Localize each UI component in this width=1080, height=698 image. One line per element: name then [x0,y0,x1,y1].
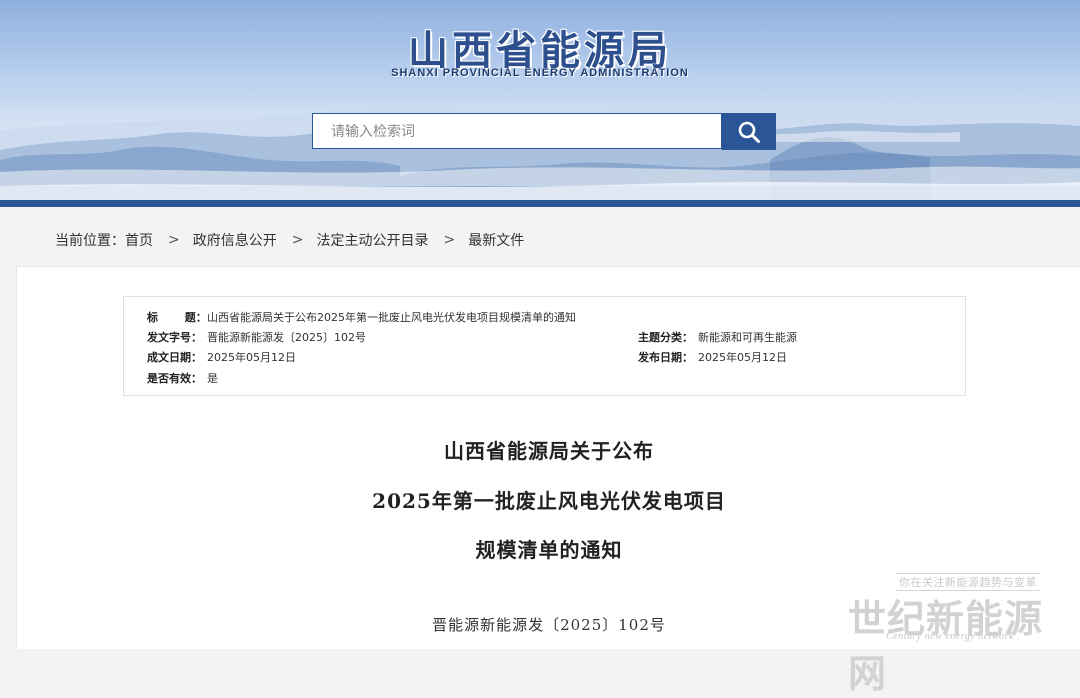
meta-valid-value: 是 [207,372,218,385]
document-title-line-1: 山西省能源局关于公布 [444,439,654,463]
meta-made-date-value: 2025年05月12日 [207,351,296,364]
watermark-logo: 世纪新能源网 [848,596,1044,696]
breadcrumb-label: 当前位置： [55,233,125,249]
meta-topic-value: 新能源和可再生能源 [698,331,797,344]
breadcrumb-home[interactable]: 首页 [125,230,153,250]
meta-pub-date-row: 发布日期： 2025年05月12日 [638,349,787,365]
search-input[interactable] [312,113,722,149]
document-meta-table: 标 题：山西省能源局关于公布2025年第一批废止风电光伏发电项目规模清单的通知 … [123,296,966,396]
meta-pub-date-key: 发布日期： [638,351,693,364]
magnifier-icon [738,121,760,143]
meta-docno-key: 发文字号： [147,331,202,344]
breadcrumb: 当前位置： 首页 > 政府信息公开 > 法定主动公开目录 > 最新文件 [55,230,524,250]
breadcrumb-latest-files[interactable]: 最新文件 [468,230,524,250]
meta-title-key: 标 题： [147,311,207,324]
site-logo-subtitle: SHANXI PROVINCIAL ENERGY ADMINISTRATION [391,67,689,79]
search-button[interactable] [722,113,776,150]
meta-made-date-row: 成文日期： 2025年05月12日 [147,349,296,365]
meta-docno-value: 晋能源新能源发〔2025〕102号 [207,331,366,344]
meta-topic-row: 主题分类： 新能源和可再生能源 [638,329,797,345]
breadcrumb-separator: > [291,232,304,248]
meta-pub-date-value: 2025年05月12日 [698,351,787,364]
document-title-line-3: 规模清单的通知 [475,538,623,562]
meta-valid-row: 是否有效： 是 [147,370,218,386]
breadcrumb-gov-info[interactable]: 政府信息公开 [193,230,277,250]
header-divider-bar [0,200,1080,207]
breadcrumb-separator: > [168,232,180,248]
meta-valid-key: 是否有效： [147,372,202,385]
breadcrumb-separator: > [443,232,456,248]
watermark-subtitle: Century new energy network [886,631,1014,642]
header-banner: 山西省能源局 SHANXI PROVINCIAL ENERGY ADMINIST… [0,0,1080,204]
meta-title-row: 标 题：山西省能源局关于公布2025年第一批废止风电光伏发电项目规模清单的通知 [147,309,576,325]
breadcrumb-catalog[interactable]: 法定主动公开目录 [316,230,428,250]
meta-made-date-key: 成文日期： [147,351,202,364]
meta-topic-key: 主题分类： [638,331,693,344]
meta-title-value: 山西省能源局关于公布2025年第一批废止风电光伏发电项目规模清单的通知 [207,311,576,324]
document-title-line-2: 2025年第一批废止风电光伏发电项目 [372,489,726,513]
meta-docno-row: 发文字号： 晋能源新能源发〔2025〕102号 [147,329,366,345]
